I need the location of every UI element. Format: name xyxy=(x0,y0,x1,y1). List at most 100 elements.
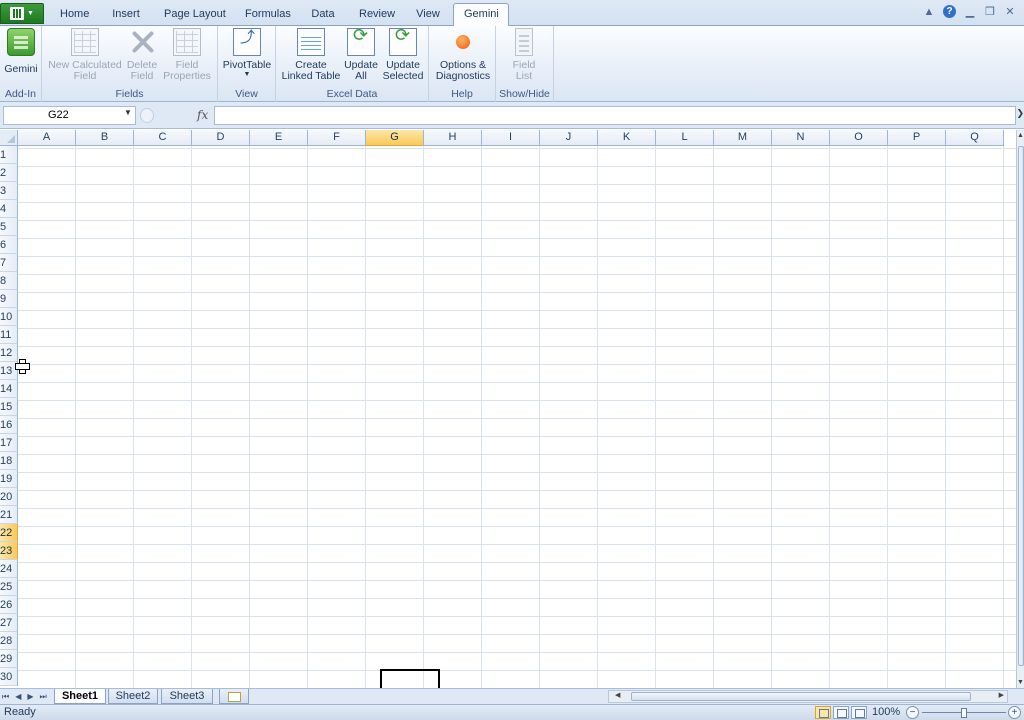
column-header[interactable]: N xyxy=(772,130,830,146)
sheet-tab-sheet2[interactable]: Sheet2 xyxy=(108,689,158,704)
row-header[interactable]: 27 xyxy=(0,614,18,632)
column-header[interactable]: M xyxy=(714,130,772,146)
scroll-down-icon[interactable]: ▼ xyxy=(1017,679,1024,686)
horizontal-scrollbar[interactable]: ◀ ▶ xyxy=(608,690,1008,703)
row-header[interactable]: 14 xyxy=(0,380,18,398)
row-header[interactable]: 4 xyxy=(0,200,18,218)
minimize-icon[interactable]: ▲ xyxy=(923,6,935,18)
help-icon[interactable]: ? xyxy=(943,5,956,18)
column-header[interactable]: L xyxy=(656,130,714,146)
close-icon[interactable]: ✕ xyxy=(1004,5,1016,18)
last-sheet-icon[interactable]: ⏭ xyxy=(40,690,47,703)
row-header[interactable]: 17 xyxy=(0,434,18,452)
tab-formulas[interactable]: Formulas xyxy=(245,6,291,26)
tab-gemini[interactable]: Gemini xyxy=(453,3,509,27)
tab-view[interactable]: View xyxy=(416,6,440,26)
normal-view-icon[interactable] xyxy=(815,706,831,719)
row-header[interactable]: 2 xyxy=(0,164,18,182)
scroll-left-icon[interactable]: ◀ xyxy=(615,691,620,699)
vertical-scrollbar[interactable]: ▲ ▼ xyxy=(1016,130,1024,688)
page-break-view-icon[interactable] xyxy=(851,706,867,719)
tab-insert[interactable]: Insert xyxy=(111,6,141,26)
restore-icon[interactable]: ❐ xyxy=(984,5,996,18)
sheet-tab-sheet3[interactable]: Sheet3 xyxy=(161,689,213,704)
zoom-level[interactable]: 100% xyxy=(872,706,900,718)
column-header[interactable]: I xyxy=(482,130,540,146)
previous-sheet-icon[interactable]: ◀ xyxy=(15,690,21,703)
scroll-up-icon[interactable]: ▲ xyxy=(1017,132,1024,139)
row-header[interactable]: 22 xyxy=(0,524,18,542)
row-header[interactable]: 20 xyxy=(0,488,18,506)
field-list-button[interactable]: Field List xyxy=(506,28,542,82)
column-header[interactable]: C xyxy=(134,130,192,146)
expand-formula-bar-icon[interactable]: ❯ xyxy=(1016,108,1024,119)
sheet-tab-sheet1[interactable]: Sheet1 xyxy=(54,689,106,704)
formula-input[interactable] xyxy=(214,106,1016,125)
zoom-slider-thumb[interactable] xyxy=(961,708,967,718)
tab-home[interactable]: Home xyxy=(60,6,89,26)
row-header[interactable]: 15 xyxy=(0,398,18,416)
vertical-scroll-thumb[interactable] xyxy=(1018,146,1024,666)
column-header[interactable]: G xyxy=(366,130,424,146)
column-header[interactable]: P xyxy=(888,130,946,146)
row-header[interactable]: 1 xyxy=(0,146,18,164)
column-header[interactable]: O xyxy=(830,130,888,146)
file-menu-button[interactable]: ▼ xyxy=(0,3,44,24)
column-header[interactable]: K xyxy=(598,130,656,146)
field-properties-button[interactable]: Field Properties xyxy=(162,28,212,82)
tab-review[interactable]: Review xyxy=(359,6,395,26)
column-header[interactable]: D xyxy=(192,130,250,146)
row-header[interactable]: 7 xyxy=(0,254,18,272)
insert-sheet-icon[interactable] xyxy=(219,689,249,704)
cell-area[interactable] xyxy=(18,146,1016,688)
row-header[interactable]: 8 xyxy=(0,272,18,290)
column-header[interactable]: F xyxy=(308,130,366,146)
row-header[interactable]: 25 xyxy=(0,578,18,596)
row-header[interactable]: 30 xyxy=(0,668,18,686)
row-header[interactable]: 5 xyxy=(0,218,18,236)
row-header[interactable]: 16 xyxy=(0,416,18,434)
selected-range[interactable] xyxy=(380,669,440,688)
row-header[interactable]: 19 xyxy=(0,470,18,488)
row-header[interactable]: 26 xyxy=(0,596,18,614)
column-header[interactable]: B xyxy=(76,130,134,146)
first-sheet-icon[interactable]: ⏮ xyxy=(2,690,9,703)
name-box[interactable]: G22 xyxy=(3,106,136,125)
minimize-icon[interactable]: ▁ xyxy=(964,5,976,18)
select-all-button[interactable] xyxy=(0,130,18,146)
scroll-right-icon[interactable]: ▶ xyxy=(999,691,1004,699)
page-layout-view-icon[interactable] xyxy=(833,706,849,719)
zoom-in-button[interactable]: + xyxy=(1008,706,1021,719)
row-header[interactable]: 11 xyxy=(0,326,18,344)
tab-data[interactable]: Data xyxy=(311,6,335,26)
column-header[interactable]: H xyxy=(424,130,482,146)
insert-function-icon[interactable]: fx xyxy=(197,108,208,122)
pivottable-button[interactable]: PivotTable ▼ xyxy=(221,28,273,79)
update-all-button[interactable]: Update All xyxy=(343,28,379,82)
row-header[interactable]: 29 xyxy=(0,650,18,668)
new-calculated-field-button[interactable]: New Calculated Field xyxy=(47,28,123,82)
row-header[interactable]: 21 xyxy=(0,506,18,524)
row-header[interactable]: 23 xyxy=(0,542,18,560)
row-header[interactable]: 6 xyxy=(0,236,18,254)
horizontal-scroll-thumb[interactable] xyxy=(631,692,971,701)
next-sheet-icon[interactable]: ▶ xyxy=(27,690,33,703)
worksheet-grid[interactable]: ABCDEFGHIJKLMNOPQ 1 2 3 4 5 6 7 8 9 10 11 12 13 14 15 1… xyxy=(0,130,1016,688)
column-header[interactable]: E xyxy=(250,130,308,146)
delete-field-button[interactable]: Delete Field xyxy=(124,28,160,82)
row-header[interactable]: 3 xyxy=(0,182,18,200)
row-header[interactable]: 18 xyxy=(0,452,18,470)
row-header[interactable]: 9 xyxy=(0,290,18,308)
chevron-down-icon[interactable]: ▼ xyxy=(124,108,132,117)
create-linked-table-button[interactable]: Create Linked Table xyxy=(280,28,342,82)
row-header[interactable]: 28 xyxy=(0,632,18,650)
formula-bar-handle[interactable] xyxy=(140,108,154,123)
tab-page-layout[interactable]: Page Layout xyxy=(164,6,226,26)
gemini-button[interactable]: Gemini xyxy=(3,28,39,75)
update-selected-button[interactable]: Update Selected xyxy=(381,28,425,82)
column-header[interactable]: J xyxy=(540,130,598,146)
zoom-out-button[interactable]: − xyxy=(906,706,919,719)
row-header[interactable]: 24 xyxy=(0,560,18,578)
column-header[interactable]: A xyxy=(18,130,76,146)
row-header[interactable]: 10 xyxy=(0,308,18,326)
